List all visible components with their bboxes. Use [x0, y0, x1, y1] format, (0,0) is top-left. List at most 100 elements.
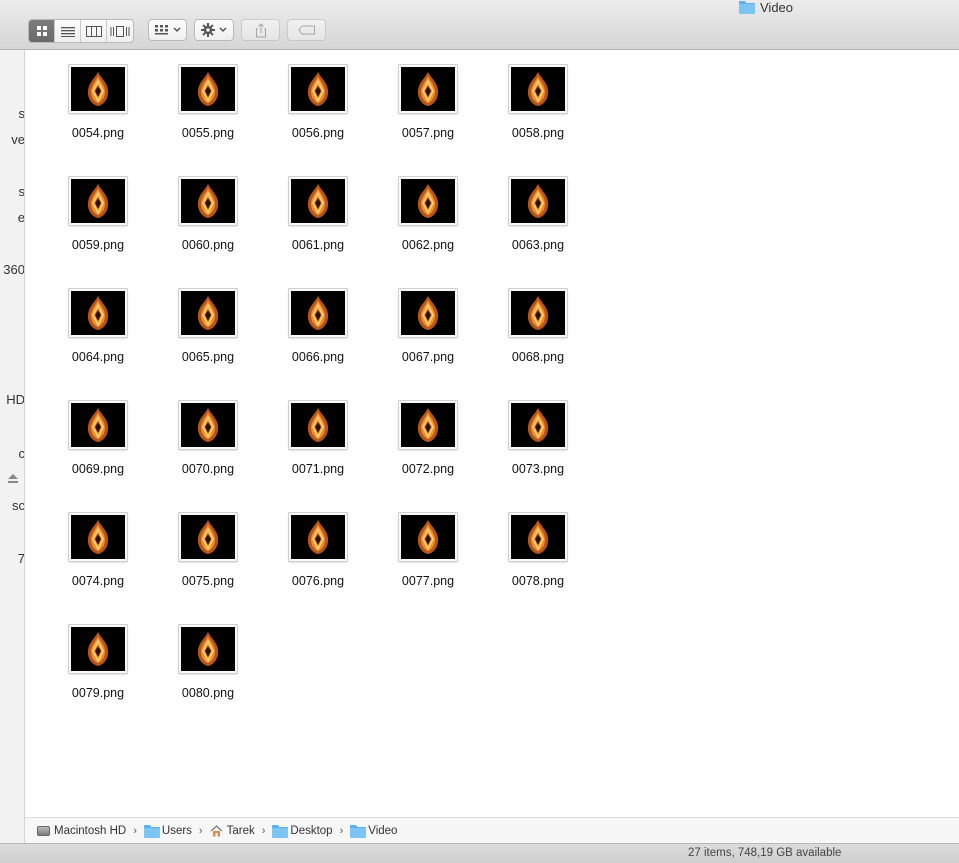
- action-button[interactable]: [194, 19, 234, 41]
- file-name: 0061.png: [291, 238, 345, 252]
- file-item[interactable]: 0070.png: [164, 401, 274, 513]
- file-name: 0070.png: [181, 462, 235, 476]
- file-item[interactable]: 0068.png: [494, 289, 604, 401]
- file-thumbnail[interactable]: [69, 625, 127, 673]
- breadcrumb-users[interactable]: Users: [143, 825, 192, 838]
- breadcrumb-macintosh-hd[interactable]: Macintosh HD: [37, 825, 126, 837]
- breadcrumb-tarek[interactable]: Tarek: [210, 825, 255, 837]
- arrange-grid-icon: [154, 25, 168, 35]
- status-bar: 27 items, 748,19 GB available: [0, 843, 959, 863]
- breadcrumb-label: Video: [368, 824, 398, 837]
- file-item[interactable]: 0075.png: [164, 513, 274, 625]
- file-thumbnail[interactable]: [509, 289, 567, 337]
- file-item[interactable]: 0062.png: [384, 177, 494, 289]
- file-item[interactable]: 0059.png: [54, 177, 164, 289]
- sidebar-item[interactable]: 7: [18, 551, 24, 566]
- file-thumbnail[interactable]: [179, 401, 237, 449]
- arrange-button[interactable]: [148, 19, 187, 41]
- file-thumbnail[interactable]: [399, 401, 457, 449]
- file-item[interactable]: 0073.png: [494, 401, 604, 513]
- file-thumbnail[interactable]: [69, 289, 127, 337]
- file-name: 0069.png: [71, 462, 125, 476]
- file-thumbnail[interactable]: [179, 625, 237, 673]
- file-thumbnail[interactable]: [289, 513, 347, 561]
- file-thumbnail[interactable]: [289, 177, 347, 225]
- eject-icon[interactable]: [8, 474, 18, 483]
- file-item[interactable]: 0079.png: [54, 625, 164, 737]
- file-thumbnail[interactable]: [289, 289, 347, 337]
- file-thumbnail[interactable]: [289, 65, 347, 113]
- view-mode-control: [28, 19, 134, 43]
- file-thumbnail[interactable]: [69, 177, 127, 225]
- folder-icon: [739, 1, 755, 14]
- file-thumbnail[interactable]: [179, 289, 237, 337]
- flame-thumbnail-graphic: [417, 296, 439, 330]
- window-title-label: Video: [760, 0, 794, 15]
- file-thumbnail[interactable]: [69, 65, 127, 113]
- file-name: 0073.png: [511, 462, 565, 476]
- file-thumbnail[interactable]: [509, 513, 567, 561]
- file-item[interactable]: 0066.png: [274, 289, 384, 401]
- file-thumbnail[interactable]: [509, 65, 567, 113]
- file-item[interactable]: 0057.png: [384, 65, 494, 177]
- breadcrumb-video[interactable]: Video: [350, 824, 398, 838]
- file-item[interactable]: 0055.png: [164, 65, 274, 177]
- file-item[interactable]: 0065.png: [164, 289, 274, 401]
- breadcrumb-label: Desktop: [290, 824, 333, 837]
- file-name: 0059.png: [71, 238, 125, 252]
- tag-button[interactable]: [287, 19, 326, 41]
- file-name: 0063.png: [511, 238, 565, 252]
- file-item[interactable]: 0067.png: [384, 289, 494, 401]
- file-item[interactable]: 0056.png: [274, 65, 384, 177]
- icon-view-icon: [36, 26, 47, 36]
- file-name: 0058.png: [511, 126, 565, 140]
- file-item[interactable]: 0061.png: [274, 177, 384, 289]
- breadcrumb-label: Tarek: [226, 824, 255, 837]
- icon-view-button[interactable]: [29, 20, 55, 42]
- file-item[interactable]: 0078.png: [494, 513, 604, 625]
- file-item[interactable]: 0076.png: [274, 513, 384, 625]
- file-thumbnail[interactable]: [509, 177, 567, 225]
- file-name: 0078.png: [511, 574, 565, 588]
- sidebar-item[interactable]: sc: [12, 498, 24, 513]
- file-item[interactable]: 0069.png: [54, 401, 164, 513]
- file-item[interactable]: 0074.png: [54, 513, 164, 625]
- folder-icon: [350, 825, 367, 838]
- file-thumbnail[interactable]: [399, 513, 457, 561]
- share-button[interactable]: [241, 19, 280, 41]
- file-item[interactable]: 0063.png: [494, 177, 604, 289]
- share-icon: [255, 22, 266, 37]
- file-item[interactable]: 0054.png: [54, 65, 164, 177]
- file-thumbnail[interactable]: [69, 401, 127, 449]
- sidebar-item[interactable]: ve: [11, 132, 24, 147]
- file-item[interactable]: 0071.png: [274, 401, 384, 513]
- column-view-button[interactable]: [81, 20, 107, 42]
- file-thumbnail[interactable]: [509, 401, 567, 449]
- file-item[interactable]: 0077.png: [384, 513, 494, 625]
- list-view-button[interactable]: [55, 20, 81, 42]
- file-item[interactable]: 0060.png: [164, 177, 274, 289]
- file-thumbnail[interactable]: [179, 177, 237, 225]
- file-name: 0056.png: [291, 126, 345, 140]
- file-thumbnail[interactable]: [399, 177, 457, 225]
- file-item[interactable]: 0080.png: [164, 625, 274, 737]
- file-thumbnail[interactable]: [69, 513, 127, 561]
- sidebar-item[interactable]: e: [18, 210, 24, 225]
- file-thumbnail[interactable]: [399, 289, 457, 337]
- cover-flow-button[interactable]: [107, 20, 133, 42]
- file-item[interactable]: 0064.png: [54, 289, 164, 401]
- file-thumbnail[interactable]: [179, 65, 237, 113]
- file-thumbnail[interactable]: [179, 513, 237, 561]
- flame-thumbnail-graphic: [527, 520, 549, 554]
- sidebar-item[interactable]: HD: [6, 392, 24, 407]
- flame-thumbnail-graphic: [197, 296, 219, 330]
- file-name: 0068.png: [511, 350, 565, 364]
- sidebar-item[interactable]: 360: [3, 262, 24, 277]
- file-thumbnail[interactable]: [399, 65, 457, 113]
- breadcrumb-desktop[interactable]: Desktop: [272, 824, 333, 838]
- file-name: 0064.png: [71, 350, 125, 364]
- cover-flow-icon: [110, 25, 130, 37]
- file-item[interactable]: 0058.png: [494, 65, 604, 177]
- file-item[interactable]: 0072.png: [384, 401, 494, 513]
- file-thumbnail[interactable]: [289, 401, 347, 449]
